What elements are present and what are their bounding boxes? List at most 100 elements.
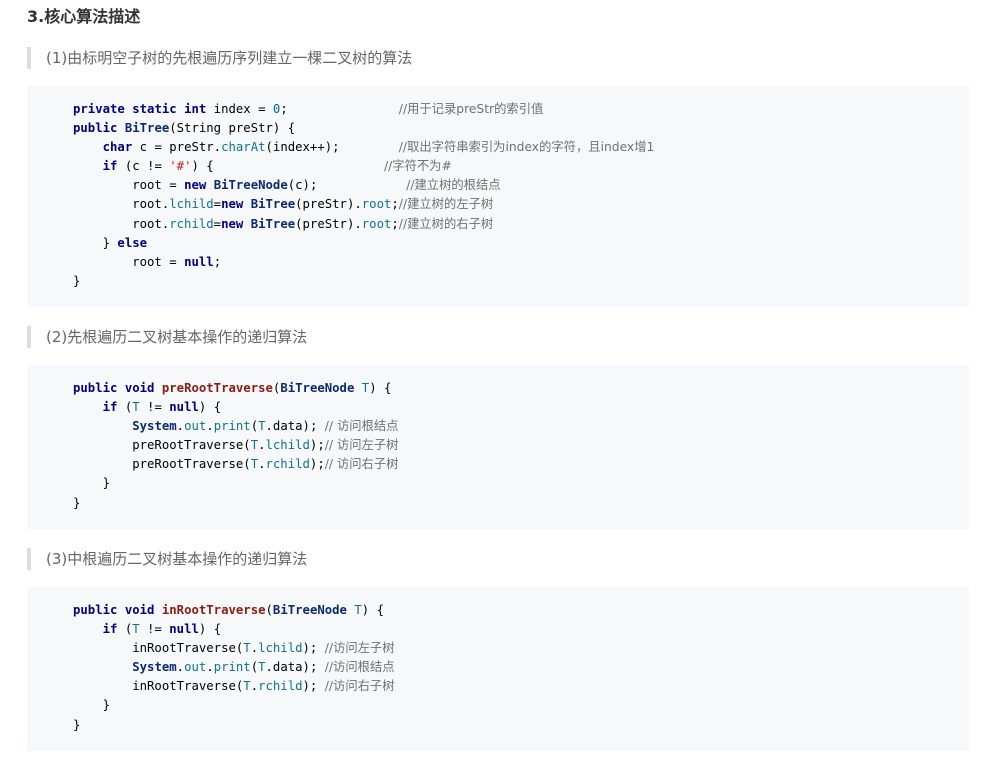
code-token: T (243, 641, 251, 656)
code-token: preRootTraverse( (73, 438, 251, 453)
code-token: rchild (258, 679, 303, 694)
code-block-2: public void preRootTraverse(BiTreeNode T… (27, 365, 969, 529)
code-token: ) { (198, 400, 222, 415)
code-line: preRootTraverse(T.lchild);// 访问左子树 (73, 436, 969, 455)
code-token: . (258, 438, 266, 453)
code-line: public void inRootTraverse(BiTreeNode T)… (73, 601, 969, 620)
code-token: . (176, 660, 185, 675)
code-token: print (213, 660, 251, 675)
code-token: ( (250, 419, 259, 434)
code-token: preRootTraverse( (73, 457, 251, 472)
code-token: ; (391, 216, 399, 231)
code-comment: //访问左子树 (324, 641, 395, 656)
code-token: . (176, 419, 185, 434)
code-token: . (206, 660, 214, 675)
code-comment: //字符不为# (383, 159, 452, 174)
code-line: inRootTraverse(T.lchild); //访问左子树 (73, 639, 969, 658)
code-token: if (102, 159, 118, 174)
code-token: lchild (169, 197, 214, 212)
code-token: private (73, 102, 125, 116)
code-token: rchild (169, 216, 214, 231)
code-token: root (361, 197, 392, 212)
code-token: null (169, 400, 199, 415)
code-token: T (243, 679, 251, 694)
code-token: System (132, 419, 177, 434)
code-token: (c); (287, 178, 407, 193)
code-token: T (258, 419, 266, 434)
code-token: } (73, 476, 111, 491)
code-line: public BiTree(String preStr) { (73, 119, 969, 138)
code-token: . (258, 457, 266, 472)
code-token: = (213, 216, 222, 231)
code-token: null (169, 622, 199, 637)
code-token: char (102, 140, 133, 155)
code-token: T (354, 603, 362, 617)
code-token: } (73, 717, 81, 732)
code-token: BiTree (250, 216, 296, 231)
code-token: . (206, 419, 214, 434)
code-line: System.out.print(T.data); //访问根结点 (73, 658, 969, 677)
code-token: = (213, 197, 222, 212)
code-token: ( (250, 660, 259, 675)
code-token: root. (73, 216, 170, 231)
code-token: ) { (361, 603, 384, 617)
code-comment: //用于记录preStr的索引值 (398, 102, 544, 116)
code-line: } else (73, 234, 969, 253)
code-line: root = new BiTreeNode(c); //建立树的根结点 (73, 176, 969, 195)
code-token: T (250, 438, 259, 453)
code-token: (preStr). (295, 216, 362, 231)
code-token: lchild (265, 438, 310, 453)
code-token: } (73, 495, 81, 510)
code-line: } (73, 272, 969, 291)
code-token: static (132, 102, 177, 116)
code-line: char c = preStr.charAt(index++); //取出字符串… (73, 138, 969, 157)
code-token: T (132, 622, 140, 637)
code-line: root.lchild=new BiTree(preStr).root;//建立… (73, 195, 969, 214)
code-comment: //建立树的右子树 (398, 216, 494, 231)
code-line: } (73, 696, 969, 715)
code-token: public (73, 121, 118, 136)
code-token: (index++); (265, 140, 399, 155)
code-token: rchild (265, 457, 310, 472)
code-token: preRootTraverse (161, 381, 273, 395)
code-token: BiTreeNode (272, 603, 347, 617)
code-comment: // 访问右子树 (324, 457, 399, 472)
code-line: if (c != '#') { //字符不为# (73, 157, 969, 176)
code-token: int (184, 102, 207, 116)
code-token: ( (117, 400, 133, 415)
code-token: BiTree (124, 121, 170, 136)
code-token: lchild (258, 641, 303, 656)
code-token: if (102, 622, 118, 637)
subsection-title-1: (1)由标明空子树的先根遍历序列建立一棵二叉树的算法 (27, 47, 967, 69)
code-token: ; (213, 254, 222, 269)
code-token: root = (73, 254, 185, 269)
code-token: .data); (265, 660, 325, 675)
code-token: inRootTraverse( (73, 641, 244, 656)
section-title: 3.核心算法描述 (27, 7, 141, 26)
code-token: c = preStr. (132, 140, 222, 155)
code-token: BiTreeNode (280, 381, 355, 395)
code-line: preRootTraverse(T.rchild);// 访问右子树 (73, 455, 969, 474)
code-token: root = (73, 178, 185, 193)
code-token: T (250, 457, 259, 472)
code-token: (c != (117, 159, 170, 174)
code-line: root.rchild=new BiTree(preStr).root;//建立… (73, 215, 969, 234)
code-token: else (117, 235, 148, 250)
code-token: } (73, 235, 118, 250)
code-token: } (73, 273, 81, 288)
code-comment: //建立树的左子树 (398, 197, 494, 212)
code-line: } (73, 474, 969, 493)
code-token: new (221, 216, 244, 231)
